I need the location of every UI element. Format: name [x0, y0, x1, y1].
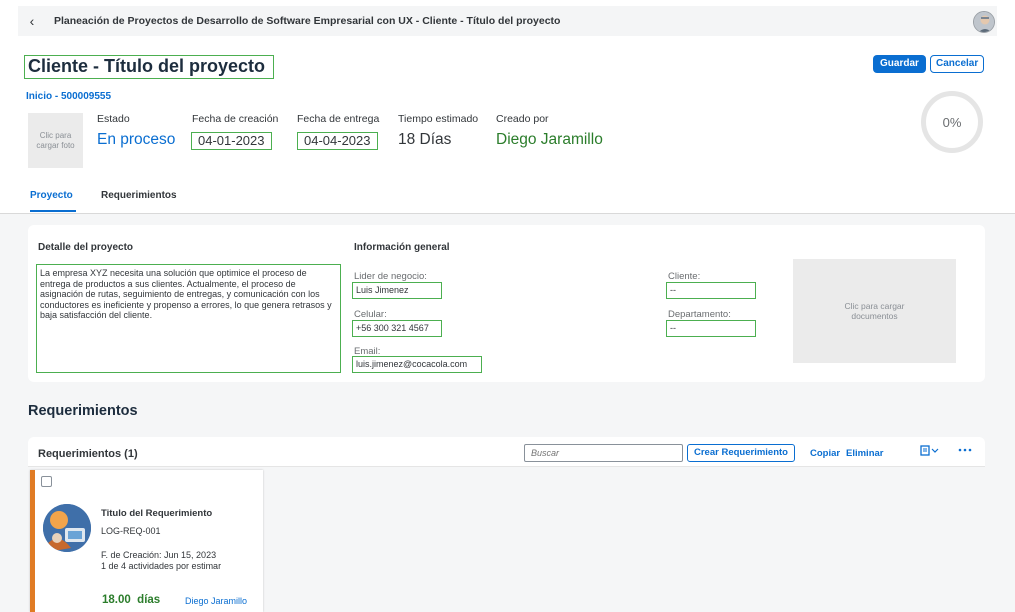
fecha-creacion-label: Fecha de creación: [192, 113, 279, 125]
more-icon[interactable]: [958, 443, 972, 458]
departamento-field[interactable]: --: [666, 320, 756, 337]
celular-field[interactable]: +56 300 321 4567: [352, 320, 442, 337]
requirement-title: Titulo del Requerimiento: [101, 508, 213, 519]
cliente-field[interactable]: --: [666, 282, 756, 299]
requirements-heading: Requerimientos: [28, 403, 138, 419]
requirement-activities: 1 de 4 actividades por estimar: [101, 561, 222, 571]
cancel-button[interactable]: Cancelar: [930, 55, 985, 73]
tab-bar: Proyecto Requerimientos: [0, 184, 1015, 214]
requirement-days: 18.00 días: [102, 594, 161, 606]
upload-documents-label: Clic para cargar documentos: [844, 301, 905, 321]
estado-value: En proceso: [97, 131, 176, 148]
save-button[interactable]: Guardar: [873, 55, 926, 73]
celular-label: Celular:: [354, 309, 387, 320]
copy-button[interactable]: Copiar: [810, 448, 840, 459]
progress-indicator: 0%: [921, 91, 983, 153]
requirements-count: Requerimientos (1): [38, 448, 138, 460]
delete-button[interactable]: Eliminar: [846, 448, 884, 459]
requirement-created-date: F. de Creación: Jun 15, 2023: [101, 550, 217, 560]
departamento-label: Departamento:: [668, 309, 731, 320]
breadcrumb[interactable]: Inicio - 500009555: [26, 91, 111, 102]
fecha-entrega-label: Fecha de entrega: [297, 113, 380, 125]
tab-requerimientos[interactable]: Requerimientos: [101, 190, 177, 201]
creado-por-value: Diego Jaramillo: [496, 131, 603, 148]
fecha-entrega-field[interactable]: 04-04-2023: [297, 132, 378, 150]
tiempo-estimado-label: Tiempo estimado: [398, 113, 479, 125]
requirements-list: Titulo del Requerimiento LOG-REQ-001 F. …: [28, 467, 985, 612]
cliente-label: Cliente:: [668, 271, 701, 282]
progress-label: 0%: [942, 114, 962, 130]
project-description-field[interactable]: La empresa XYZ necesita una solución que…: [36, 264, 341, 373]
user-avatar[interactable]: [973, 11, 995, 33]
estado-label: Estado: [97, 113, 130, 125]
search-input[interactable]: [524, 444, 683, 462]
requirement-owner-link[interactable]: Diego Jaramillo: [185, 596, 247, 606]
upload-documents-area[interactable]: Clic para cargar documentos: [793, 259, 956, 363]
lider-field[interactable]: Luis Jimenez: [352, 282, 442, 299]
creado-por-label: Creado por: [496, 113, 549, 125]
top-bar: ‹ Planeación de Proyectos de Desarrollo …: [0, 0, 1015, 42]
info-section-title: Información general: [354, 242, 450, 253]
view-settings-icon[interactable]: [920, 445, 940, 460]
requirement-checkbox[interactable]: [41, 476, 52, 487]
page-breadcrumb-title: Planeación de Proyectos de Desarrollo de…: [54, 15, 561, 27]
detail-section-title: Detalle del proyecto: [38, 242, 134, 253]
requirement-code: LOG-REQ-001: [101, 526, 161, 536]
page-title: Cliente - Título del proyecto: [24, 55, 275, 79]
fecha-creacion-field[interactable]: 04-01-2023: [191, 132, 272, 150]
lider-label: Lider de negocio:: [354, 271, 427, 282]
project-detail-card: Detalle del proyecto La empresa XYZ nece…: [28, 225, 985, 382]
header-divider: [0, 213, 1015, 214]
tab-proyecto[interactable]: Proyecto: [30, 190, 73, 201]
top-bar-inner: ‹ Planeación de Proyectos de Desarrollo …: [18, 6, 997, 36]
requirement-card[interactable]: Titulo del Requerimiento LOG-REQ-001 F. …: [30, 470, 263, 612]
requirements-toolbar: Requerimientos (1) Crear Requerimiento C…: [28, 437, 985, 467]
tiempo-estimado-value: 18 Días: [398, 131, 452, 148]
create-requirement-button[interactable]: Crear Requerimiento: [687, 444, 795, 462]
active-tab-indicator: [30, 210, 76, 212]
object-header: Cliente - Título del proyecto Inicio - 5…: [0, 42, 1015, 214]
email-field[interactable]: luis.jimenez@cocacola.com: [352, 356, 482, 373]
requirement-image: [43, 504, 91, 552]
upload-photo-area[interactable]: Clic para cargar foto: [28, 113, 83, 168]
chevron-left-icon[interactable]: ‹: [18, 13, 46, 29]
